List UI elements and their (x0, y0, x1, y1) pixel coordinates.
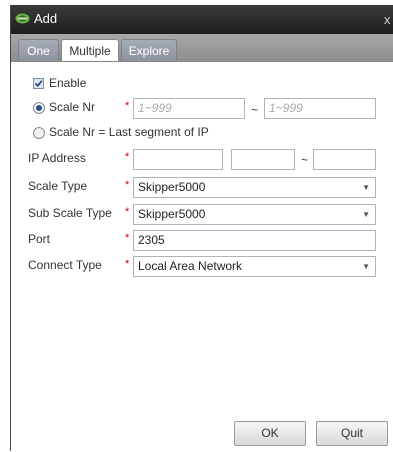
scale-nr-ip-label: Scale Nr = Last segment of IP (49, 125, 209, 139)
connect-type-value: Local Area Network (138, 259, 243, 273)
sub-scale-type-value: Skipper5000 (138, 207, 206, 221)
enable-label: Enable (49, 76, 87, 90)
ip-address-part2-input[interactable] (231, 149, 295, 170)
scale-nr-from-input[interactable]: 1~999 (133, 98, 245, 119)
dropdown-arrow-icon[interactable]: ▼ (362, 205, 370, 224)
scale-type-value: Skipper5000 (138, 180, 206, 194)
dropdown-arrow-icon[interactable]: ▼ (362, 257, 370, 276)
title-bar: Add x (11, 5, 393, 34)
range-separator: ~ (251, 103, 259, 117)
tab-strip: One Multiple Explore (11, 34, 393, 62)
scale-nr-ip-radio[interactable] (33, 127, 45, 139)
port-label: Port (28, 232, 51, 246)
multiple-tab-panel: Enable Scale Nr * 1~999 ~ 1~999 Scale Nr… (11, 61, 393, 452)
tab-multiple[interactable]: Multiple (61, 39, 119, 62)
port-input[interactable]: 2305 (133, 230, 376, 251)
connect-type-label: Connect Type (28, 258, 102, 272)
scale-type-label: Scale Type (28, 179, 88, 193)
tab-one[interactable]: One (18, 39, 59, 61)
scale-nr-radio[interactable] (33, 102, 45, 114)
required-mark: * (125, 151, 130, 163)
quit-button[interactable]: Quit (316, 421, 388, 446)
check-icon (34, 80, 43, 87)
scale-nr-to-input[interactable]: 1~999 (264, 98, 376, 119)
dropdown-arrow-icon[interactable]: ▼ (362, 178, 370, 197)
sub-scale-type-select[interactable]: Skipper5000 ▼ (133, 204, 376, 225)
required-mark: * (125, 258, 130, 270)
scale-type-select[interactable]: Skipper5000 ▼ (133, 177, 376, 198)
required-mark: * (125, 100, 130, 112)
scale-app-icon (15, 13, 30, 24)
ip-address-label: IP Address (28, 151, 86, 165)
required-mark: * (125, 206, 130, 218)
radio-selected-dot (36, 105, 42, 111)
connect-type-select[interactable]: Local Area Network ▼ (133, 256, 376, 277)
close-icon[interactable]: x (384, 12, 391, 27)
sub-scale-type-label: Sub Scale Type (28, 206, 112, 220)
window-title: Add (34, 11, 58, 26)
scale-nr-label: Scale Nr (49, 100, 96, 114)
required-mark: * (125, 179, 130, 191)
tab-explore[interactable]: Explore (121, 39, 177, 61)
ip-address-part3-input[interactable] (313, 149, 376, 170)
ok-button[interactable]: OK (234, 421, 306, 446)
required-mark: * (125, 232, 130, 244)
ip-address-part1-input[interactable] (133, 149, 223, 170)
add-dialog: Add x One Multiple Explore Enable Scale … (10, 5, 393, 452)
ip-range-separator: ~ (301, 153, 309, 167)
enable-checkbox[interactable] (33, 78, 44, 89)
